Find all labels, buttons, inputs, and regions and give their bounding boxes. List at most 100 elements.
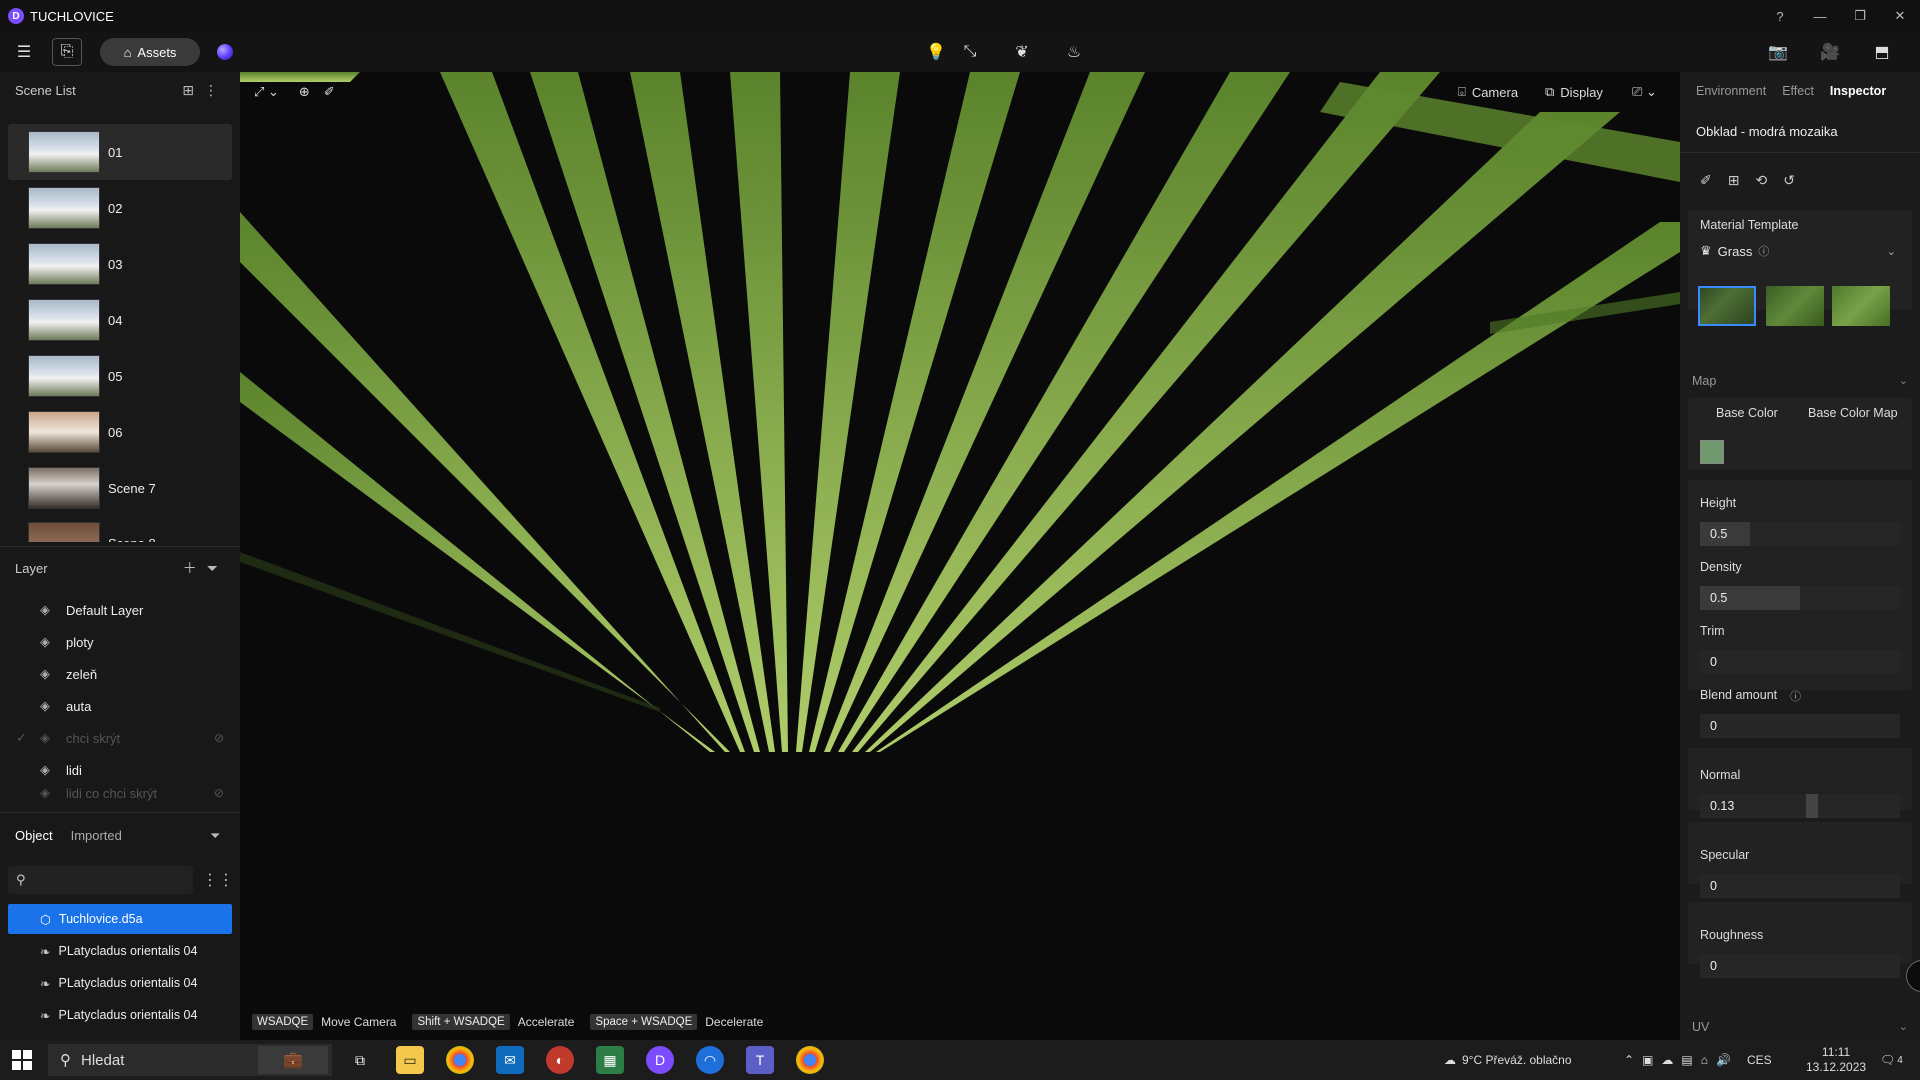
object-item[interactable]: ❧ PLatycladus orientalis 04 (8, 968, 232, 998)
base-color-swatch[interactable] (1700, 440, 1724, 464)
app-icon[interactable]: ◐ (546, 1046, 574, 1074)
scene-item[interactable]: 05 (8, 348, 232, 404)
volume-icon[interactable]: 🔊 (1716, 1053, 1731, 1067)
scene-item[interactable]: 02 (8, 180, 232, 236)
chrome-icon[interactable] (796, 1046, 824, 1074)
file-icon[interactable]: ⎘ (52, 38, 82, 66)
object-search-input[interactable]: ⚲ (8, 866, 193, 894)
base-color-map-tab[interactable]: Base Color Map (1808, 406, 1898, 420)
browser-icon[interactable]: ◠ (696, 1046, 724, 1074)
eyedropper-icon[interactable]: ✐ (1700, 172, 1712, 189)
layer-item[interactable]: ✓ ◈ chci skrýt ⊘ (16, 722, 224, 754)
grid-view-icon[interactable]: ⋮⋮ (202, 866, 234, 894)
density-slider[interactable]: 0.5 (1700, 586, 1900, 610)
close-button[interactable]: ✕ (1880, 0, 1920, 32)
eye-hidden-icon[interactable]: ⊘ (214, 731, 224, 745)
camera-menu[interactable]: ⌻ Camera (1458, 84, 1518, 100)
picker-icon[interactable]: ✐ (324, 84, 335, 100)
restore-button[interactable]: ❐ (1840, 0, 1880, 32)
hamburger-menu-icon[interactable]: ☰ (12, 40, 36, 64)
base-color-tab[interactable]: Base Color (1716, 406, 1778, 420)
tab-object[interactable]: Object (15, 828, 53, 843)
trim-slider[interactable]: 0 (1700, 650, 1900, 674)
scene-item[interactable]: Scene 7 (8, 460, 232, 516)
collapse-icon[interactable]: ⏷ (207, 560, 228, 576)
more-icon[interactable]: ⋮ (204, 82, 228, 98)
object-item[interactable]: ❧ PLatycladus orientalis 04 (8, 936, 232, 966)
network-icon[interactable]: ⌂ (1701, 1053, 1708, 1067)
roughness-slider[interactable]: 0 (1700, 954, 1900, 978)
task-view-icon[interactable]: ⧉ (346, 1046, 374, 1074)
duplicate-icon[interactable]: ⊞ (1728, 172, 1740, 189)
clock[interactable]: 11:11 13.12.2023 (1806, 1040, 1866, 1080)
tray-app-icon[interactable]: ▤ (1681, 1053, 1692, 1067)
roughness-value: 0 (1710, 959, 1717, 973)
display-menu[interactable]: ⧉ Display (1545, 84, 1603, 100)
blend-amount-slider[interactable]: 0 (1700, 714, 1900, 738)
3d-viewport[interactable]: ⤢ ⌄ ⊕ ✐ ⌻ Camera ⧉ Display ⎚ ⌄ WSADQE Mo… (240, 72, 1680, 1040)
transform-gizmo-icon[interactable]: ⤢ ⌄ (254, 84, 279, 100)
taskbar-search-input[interactable]: ⚲ Hledat 💼 (48, 1044, 332, 1076)
specular-slider[interactable]: 0 (1700, 874, 1900, 898)
tab-imported[interactable]: Imported (71, 828, 122, 843)
object-item[interactable]: ⬡ Tuchlovice.d5a (8, 904, 232, 934)
add-layer-icon[interactable]: ＋ (183, 560, 207, 576)
notification-center[interactable]: 🗨 4 (1880, 1040, 1903, 1080)
layer-item[interactable]: ◈ Default Layer (40, 594, 220, 626)
chevron-down-icon[interactable]: ⌄ (1899, 374, 1908, 387)
file-explorer-icon[interactable]: ▭ (396, 1046, 424, 1074)
chevron-down-icon[interactable]: ⌄ (1899, 1020, 1908, 1033)
windows-start-icon[interactable] (12, 1050, 32, 1070)
fire-effect-icon[interactable]: ♨ (1062, 40, 1086, 64)
globe-icon[interactable]: ⊕ (299, 84, 310, 100)
scene-item[interactable]: 01 (8, 124, 232, 180)
object-item[interactable]: ❧ PLatycladus orientalis 04 (8, 1000, 232, 1030)
mail-icon[interactable]: ✉ (496, 1046, 524, 1074)
tray-app-icon[interactable]: ▣ (1642, 1053, 1653, 1067)
d5-render-icon[interactable]: D (646, 1046, 674, 1074)
grass-swatch[interactable] (1766, 286, 1824, 326)
grass-swatch[interactable] (1832, 286, 1890, 326)
scene-item[interactable]: 03 (8, 236, 232, 292)
reset-icon[interactable]: ↺ (1783, 172, 1795, 189)
help-icon[interactable]: ⓘ (1790, 688, 1801, 704)
leaf-icon[interactable]: ❦ (1010, 40, 1034, 64)
teams-icon[interactable]: T (746, 1046, 774, 1074)
camera-icon[interactable]: 📷 (1766, 40, 1790, 64)
video-icon[interactable]: 🎥 (1818, 40, 1842, 64)
light-bulb-icon[interactable]: 💡 (924, 40, 948, 64)
calculator-icon[interactable]: ▦ (596, 1046, 624, 1074)
help-icon[interactable]: ⓘ (1758, 243, 1769, 259)
minimize-button[interactable]: — (1800, 0, 1840, 32)
assets-button[interactable]: ⌂ Assets (100, 38, 200, 66)
scene-item[interactable]: 04 (8, 292, 232, 348)
path-tool-icon[interactable]: ⤡ (958, 40, 982, 64)
replace-material-icon[interactable]: ⟲ (1755, 172, 1767, 189)
height-slider[interactable]: 0.5 (1700, 522, 1900, 546)
tab-environment[interactable]: Environment (1696, 84, 1766, 98)
normal-slider[interactable]: 0.13 (1700, 794, 1900, 818)
tab-effect[interactable]: Effect (1782, 84, 1814, 98)
eye-hidden-icon[interactable]: ⊘ (214, 786, 224, 800)
view-mode-menu[interactable]: ⎚ ⌄ (1632, 84, 1657, 100)
scene-add-icon[interactable]: ⊞ (182, 82, 204, 98)
help-icon[interactable]: ? (1760, 0, 1800, 32)
language-indicator[interactable]: CES (1747, 1053, 1772, 1067)
render-export-icon[interactable]: ⬒ (1870, 40, 1894, 64)
weather-widget[interactable]: ☁ 9°C Převáž. oblačno (1444, 1040, 1572, 1080)
onedrive-icon[interactable]: ☁ (1661, 1053, 1673, 1067)
layer-item[interactable]: ◈ zeleň (40, 658, 220, 690)
template-dropdown[interactable]: ♛ Grass ⓘ ⌄ (1700, 240, 1900, 262)
orb-icon[interactable] (217, 44, 233, 60)
chrome-icon[interactable] (446, 1046, 474, 1074)
grass-swatch[interactable] (1698, 286, 1756, 326)
scene-item[interactable]: 06 (8, 404, 232, 460)
scene-item[interactable]: Scene 8 (8, 516, 232, 542)
collapse-panel-button[interactable]: ‹ (1906, 960, 1920, 992)
layer-item[interactable]: ◈ ploty (40, 626, 220, 658)
layer-item[interactable]: ◈ auta (40, 690, 220, 722)
tab-inspector[interactable]: Inspector (1830, 84, 1886, 98)
chevron-up-icon[interactable]: ⌃ (1624, 1053, 1634, 1067)
layer-item[interactable]: ◈ lidi co chci skrýt ⊘ (40, 780, 224, 806)
filter-icon[interactable]: ⏷ (210, 828, 220, 844)
